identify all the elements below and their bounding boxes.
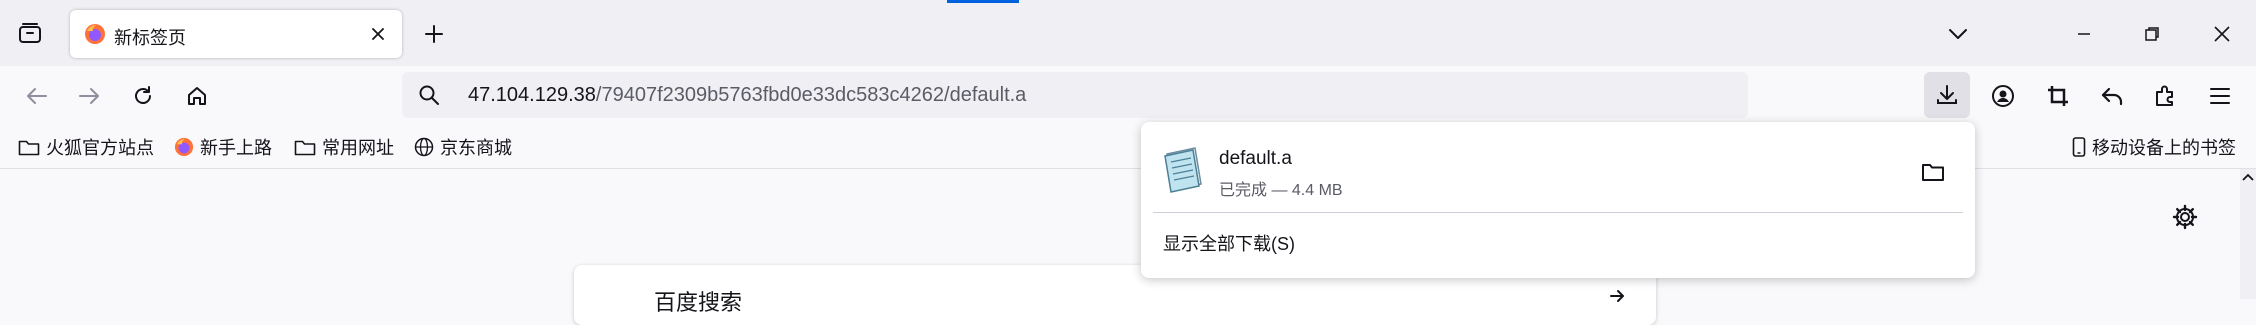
bookmark-getting-started[interactable]: 新手上路 — [174, 135, 272, 159]
vertical-scrollbar[interactable] — [2240, 169, 2256, 299]
firefox-view-button[interactable] — [12, 19, 48, 47]
open-folder-icon[interactable] — [1915, 154, 1951, 190]
bookmark-jd[interactable]: 京东商城 — [414, 135, 512, 159]
search-icon — [418, 84, 440, 106]
restore-icon[interactable] — [2136, 18, 2168, 50]
show-all-downloads-button[interactable]: 显示全部下载(S) — [1153, 220, 1963, 266]
url-path: /79407f2309b5763fbd0e33dc583c4262/defaul… — [595, 84, 1027, 106]
firefox-icon — [84, 23, 106, 45]
minimize-icon[interactable] — [2068, 18, 2100, 50]
reload-icon[interactable] — [126, 79, 160, 113]
download-status: 已完成 — 4.4 MB — [1219, 182, 1343, 199]
folder-icon — [294, 138, 316, 156]
extensions-icon[interactable] — [2148, 79, 2182, 113]
downloads-panel: default.a 已完成 — 4.4 MB 显示全部下载(S) — [1141, 122, 1975, 278]
download-icon[interactable] — [1924, 72, 1970, 118]
close-icon[interactable] — [366, 22, 390, 46]
tab-new-tab[interactable]: 新标签页 — [70, 10, 402, 58]
mobile-bookmarks[interactable]: 移动设备上的书签 — [2072, 135, 2236, 159]
mobile-icon — [2072, 137, 2086, 157]
menu-icon[interactable] — [2203, 79, 2237, 113]
address-bar[interactable]: 47.104.129.38/79407f2309b5763fbd0e33dc58… — [402, 72, 1748, 118]
divider — [1153, 212, 1963, 213]
crop-icon[interactable] — [2041, 79, 2075, 113]
tab-strip: 新标签页 — [0, 0, 2256, 66]
folder-icon — [18, 138, 40, 156]
download-item[interactable]: default.a 已完成 — 4.4 MB — [1153, 134, 1963, 210]
bookmark-firefox-site[interactable]: 火狐官方站点 — [18, 135, 154, 159]
gear-icon[interactable] — [2170, 202, 2200, 232]
url-host: 47.104.129.38 — [468, 84, 596, 106]
show-all-label: 显示全部下载(S) — [1163, 234, 1295, 254]
bookmark-label: 新手上路 — [200, 138, 272, 158]
tab-title: 新标签页 — [114, 28, 186, 48]
undo-icon[interactable] — [2095, 79, 2129, 113]
search-placeholder: 百度搜索 — [654, 290, 743, 315]
arrow-right-icon[interactable] — [1608, 287, 1626, 305]
firefox-icon — [174, 137, 194, 157]
home-icon[interactable] — [180, 79, 214, 113]
bookmark-label: 常用网址 — [322, 138, 394, 158]
chevron-down-icon[interactable] — [1942, 18, 1974, 50]
url-text[interactable]: 47.104.129.38/79407f2309b5763fbd0e33dc58… — [468, 84, 1026, 107]
plus-icon[interactable] — [418, 18, 450, 50]
bookmark-label: 火狐官方站点 — [46, 138, 154, 158]
file-icon — [1159, 144, 1207, 194]
globe-icon — [414, 137, 434, 157]
bookmark-common-sites[interactable]: 常用网址 — [294, 135, 394, 159]
tab-loading-indicator — [947, 0, 1019, 3]
window-close-icon[interactable] — [2206, 18, 2238, 50]
bookmark-label: 移动设备上的书签 — [2092, 138, 2236, 158]
forward-arrow-icon[interactable] — [72, 79, 106, 113]
back-arrow-icon[interactable] — [20, 79, 54, 113]
bookmark-label: 京东商城 — [440, 138, 512, 158]
download-filename: default.a — [1219, 148, 1292, 169]
scroll-up-icon[interactable] — [2240, 169, 2256, 185]
account-icon[interactable] — [1986, 79, 2020, 113]
